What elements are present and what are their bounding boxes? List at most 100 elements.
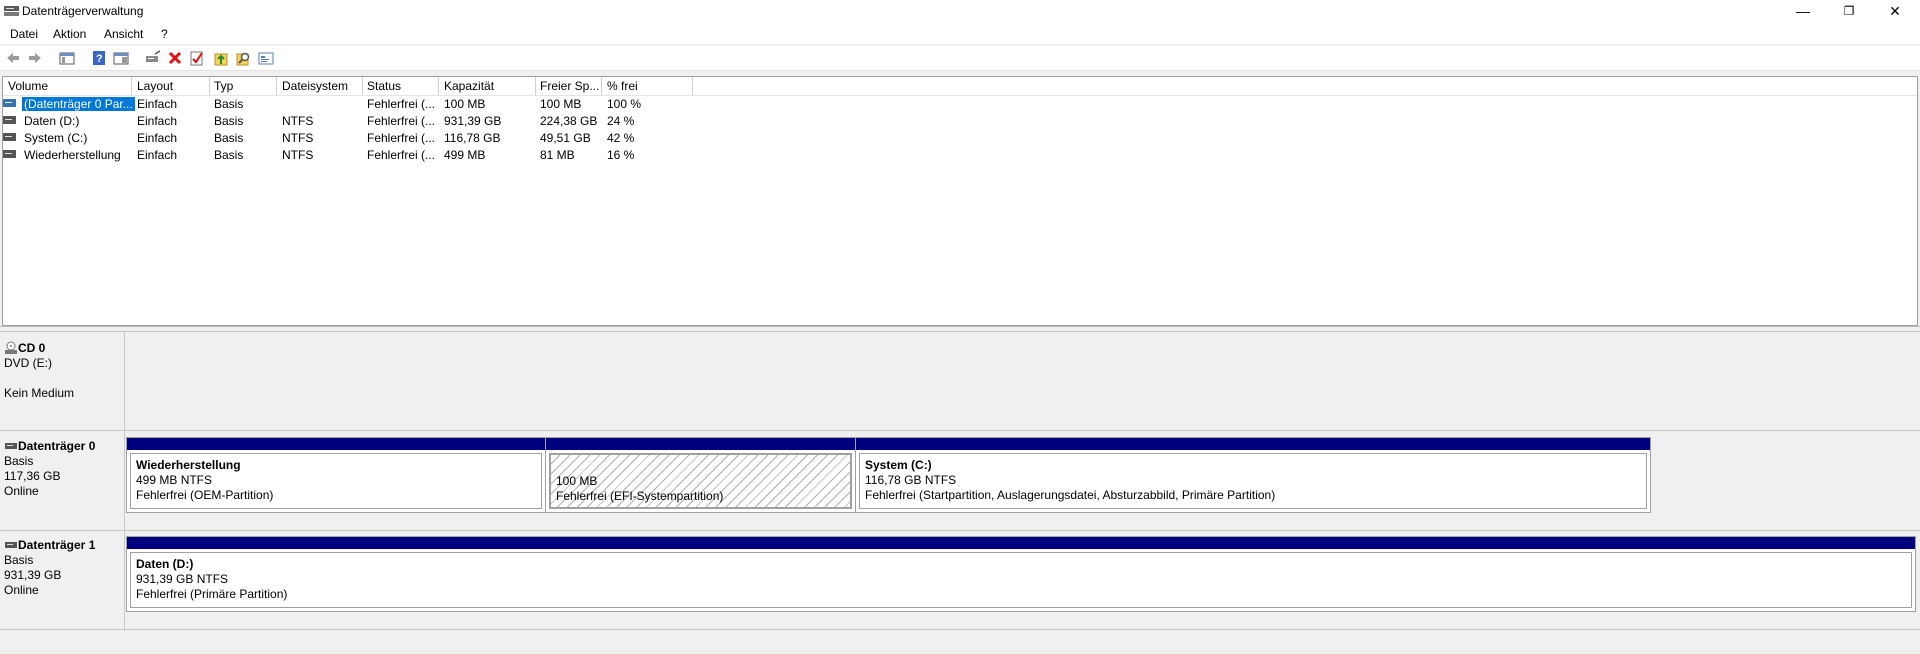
disk-label-cd0[interactable]: CD 0 DVD (E:) Kein Medium: [4, 341, 124, 401]
partition-title: Wiederherstellung: [136, 458, 241, 472]
title-bar: Datenträgerverwaltung — ❐ ✕: [0, 0, 1920, 24]
menu-aktion[interactable]: Aktion: [53, 27, 86, 41]
close-button[interactable]: ✕: [1872, 0, 1918, 24]
partition-system-c[interactable]: System (C:) 116,78 GB NTFS Fehlerfrei (S…: [855, 437, 1651, 513]
volume-free: 100 MB: [540, 97, 582, 111]
disk-size: 117,36 GB: [4, 469, 61, 483]
volume-fs: NTFS: [282, 131, 314, 145]
window-title: Datenträgerverwaltung: [22, 4, 144, 18]
volume-capacity: 116,78 GB: [444, 131, 501, 145]
check-icon[interactable]: [189, 50, 205, 66]
partition-title: Daten (D:): [136, 557, 194, 571]
volume-status: Fehlerfrei (...: [367, 97, 436, 111]
disk-drive-letter: DVD (E:): [4, 356, 52, 370]
table-row[interactable]: Daten (D:) Einfach Basis NTFS Fehlerfrei…: [3, 113, 703, 130]
volume-free: 81 MB: [540, 148, 575, 162]
volume-fs: NTFS: [282, 114, 314, 128]
menu-datei[interactable]: Datei: [10, 27, 38, 41]
volume-capacity: 100 MB: [444, 97, 486, 111]
svg-text:?: ?: [96, 53, 103, 65]
disk-label-disk1[interactable]: Datenträger 1 Basis 931,39 GB Online: [4, 538, 124, 598]
volume-typ: Basis: [214, 114, 244, 128]
column-dateisystem[interactable]: Dateisystem: [282, 79, 348, 93]
hard-disk-icon: [5, 542, 17, 548]
disk-graph-view: CD 0 DVD (E:) Kein Medium Datenträger 0 …: [0, 331, 1920, 654]
search-icon[interactable]: [235, 50, 251, 66]
cd-drive-icon: [5, 341, 17, 354]
column-layout[interactable]: Layout: [137, 79, 173, 93]
help-icon[interactable]: ?: [91, 50, 107, 66]
volume-name: (Datenträger 0 Par...: [22, 97, 135, 111]
volume-pct-free: 16 %: [607, 148, 635, 162]
volume-icon: [3, 116, 16, 124]
volume-status: Fehlerfrei (...: [367, 148, 436, 162]
partition-status: Fehlerfrei (Primäre Partition): [136, 587, 288, 601]
disk-size: 931,39 GB: [4, 568, 62, 582]
volume-name: System (C:): [24, 131, 88, 145]
back-icon[interactable]: [5, 50, 21, 66]
volume-status: Fehlerfrei (...: [367, 114, 436, 128]
partition-size: 931,39 GB NTFS: [136, 572, 229, 586]
volume-list: Volume Layout Typ Dateisystem Status Kap…: [2, 76, 1918, 326]
disk-management-icon: [4, 6, 19, 16]
column-prozent-frei[interactable]: % frei: [607, 79, 638, 93]
menu-ansicht[interactable]: Ansicht: [104, 27, 143, 41]
menu-help[interactable]: ?: [161, 27, 168, 41]
column-volume[interactable]: Volume: [8, 79, 48, 93]
disk-type: Basis: [4, 454, 34, 468]
volume-fs: NTFS: [282, 148, 314, 162]
partition-recovery[interactable]: Wiederherstellung 499 MB NTFS Fehlerfrei…: [126, 437, 546, 513]
partition-data-d[interactable]: Daten (D:) 931,39 GB NTFS Fehlerfrei (Pr…: [126, 536, 1916, 612]
volume-typ: Basis: [214, 131, 244, 145]
minimize-button[interactable]: —: [1780, 0, 1826, 24]
properties-icon[interactable]: [113, 50, 129, 66]
restore-button[interactable]: ❐: [1826, 0, 1872, 24]
settings-icon[interactable]: [258, 50, 274, 66]
volume-pct-free: 24 %: [607, 114, 635, 128]
delete-icon[interactable]: [167, 50, 183, 66]
column-typ[interactable]: Typ: [214, 79, 233, 93]
disk-name: Datenträger 0: [18, 439, 96, 453]
volume-capacity: 931,39 GB: [444, 114, 502, 128]
hard-disk-icon: [5, 443, 17, 449]
format-icon[interactable]: [213, 50, 229, 66]
volume-typ: Basis: [214, 148, 244, 162]
disk-label-disk0[interactable]: Datenträger 0 Basis 117,36 GB Online: [4, 439, 124, 499]
disk-type: Basis: [4, 553, 34, 567]
console-tree-icon[interactable]: [59, 50, 75, 66]
volume-icon: [3, 150, 16, 158]
partition-status: Fehlerfrei (Startpartition, Auslagerungs…: [865, 488, 1276, 502]
volume-free: 224,38 GB: [540, 114, 598, 128]
column-status[interactable]: Status: [367, 79, 401, 93]
column-kapazitaet[interactable]: Kapazität: [444, 79, 494, 93]
table-row[interactable]: (Datenträger 0 Par... Einfach Basis Fehl…: [3, 96, 703, 113]
forward-icon[interactable]: [27, 50, 43, 66]
rescan-icon[interactable]: [145, 50, 161, 66]
partition-efi[interactable]: 100 MB Fehlerfrei (EFI-Systempartition): [545, 437, 856, 513]
volume-layout: Einfach: [137, 131, 178, 145]
volume-capacity: 499 MB: [444, 148, 486, 162]
volume-icon: [3, 133, 16, 141]
column-freier-speicher[interactable]: Freier Sp...: [540, 79, 599, 93]
volume-name: Daten (D:): [24, 114, 80, 128]
partition-status: Fehlerfrei (OEM-Partition): [136, 488, 274, 502]
partition-size: 100 MB: [556, 474, 598, 488]
partition-title: System (C:): [865, 458, 932, 472]
volume-pct-free: 100 %: [607, 97, 642, 111]
toolbar: ?: [0, 46, 1920, 71]
table-row[interactable]: Wiederherstellung Einfach Basis NTFS Feh…: [3, 147, 703, 164]
disk-name: CD 0: [18, 341, 46, 355]
volume-layout: Einfach: [137, 114, 178, 128]
partition-title: [556, 459, 845, 474]
partition-size: 116,78 GB NTFS: [865, 473, 957, 487]
disk-status: Online: [4, 484, 39, 498]
volume-icon: [3, 99, 16, 107]
volume-pct-free: 42 %: [607, 131, 635, 145]
volume-typ: Basis: [214, 97, 244, 111]
table-row[interactable]: System (C:) Einfach Basis NTFS Fehlerfre…: [3, 130, 703, 147]
volume-free: 49,51 GB: [540, 131, 591, 145]
volume-name: Wiederherstellung: [24, 148, 121, 162]
disk-name: Datenträger 1: [18, 538, 96, 552]
disk-media-status: Kein Medium: [4, 386, 75, 400]
menu-bar: Datei Aktion Ansicht ?: [0, 24, 1920, 44]
